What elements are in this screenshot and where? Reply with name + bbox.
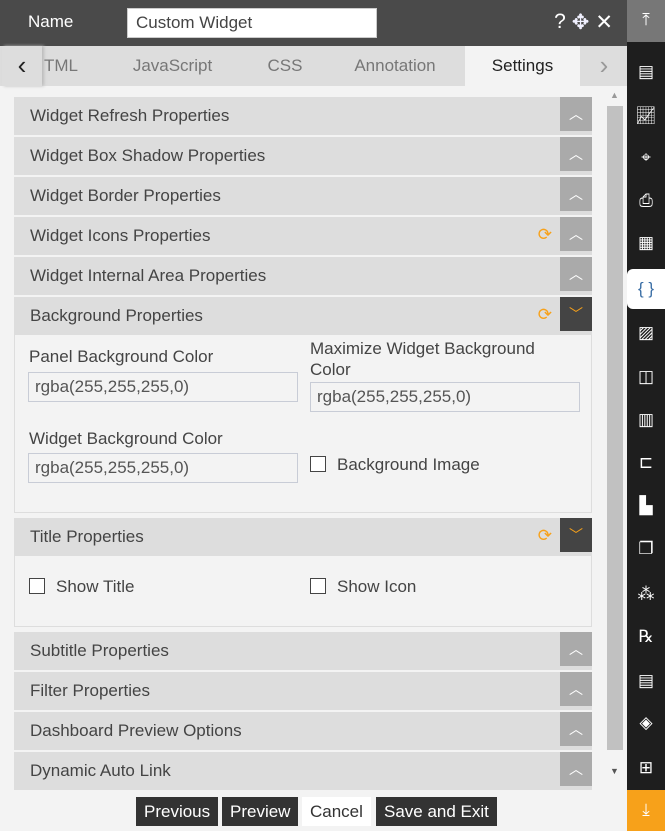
document-icon[interactable]: ▦ xyxy=(627,223,665,263)
background-image-label: Background Image xyxy=(337,455,480,474)
show-icon-label: Show Icon xyxy=(337,577,417,596)
scroll-down-icon[interactable]: ▼ xyxy=(610,766,619,776)
chevron-up-icon[interactable]: ︿ xyxy=(560,672,592,706)
widget-bg-input[interactable] xyxy=(28,453,298,483)
section-title: Widget Box Shadow Properties xyxy=(30,146,266,165)
show-title-checkbox[interactable] xyxy=(29,578,45,594)
preview-button[interactable]: Preview xyxy=(222,797,299,826)
section-title: Subtitle Properties xyxy=(30,641,169,660)
section-title: Filter Properties xyxy=(30,681,150,700)
section-title: Widget Refresh Properties xyxy=(30,106,230,125)
name-label: Name xyxy=(28,12,74,31)
copy-icon[interactable]: ❐ xyxy=(627,529,665,569)
chevron-down-icon[interactable]: ﹀ xyxy=(560,297,592,331)
scrollbar-thumb[interactable] xyxy=(607,106,623,750)
calculator-icon[interactable]: ▥ xyxy=(627,400,665,440)
section-title: Widget Icons Properties xyxy=(30,226,211,245)
section-title: Background Properties xyxy=(30,306,203,325)
section-title: Title Properties xyxy=(30,527,144,546)
section-title: Dashboard Preview Options xyxy=(30,721,242,740)
refresh-icon[interactable]: ⟳ xyxy=(538,305,552,325)
cubes-icon[interactable]: ⁂ xyxy=(627,574,665,614)
refresh-icon[interactable]: ⟳ xyxy=(538,526,552,546)
page-icon[interactable]: ▤ xyxy=(627,661,665,701)
chevron-up-icon[interactable]: ︿ xyxy=(560,257,592,291)
section-icons[interactable]: Widget Icons Properties ⟳ ︿ xyxy=(14,217,592,255)
show-title-label: Show Title xyxy=(56,577,135,596)
chevron-up-icon[interactable]: ︿ xyxy=(560,97,592,131)
show-icon-checkbox[interactable] xyxy=(310,578,326,594)
section-box-shadow[interactable]: Widget Box Shadow Properties ︿ xyxy=(14,137,592,175)
code-icon[interactable]: { } xyxy=(627,269,665,309)
background-image-checkbox[interactable] xyxy=(310,456,326,472)
tab-annotation[interactable]: Annotation xyxy=(345,46,445,86)
image-icon[interactable]: ▨ xyxy=(627,313,665,353)
tab-html[interactable]: TML xyxy=(44,46,84,86)
save-and-exit-button[interactable]: Save and Exit xyxy=(376,797,497,826)
previous-button[interactable]: Previous xyxy=(136,797,219,826)
scroll-bottom-icon[interactable]: ⤓ xyxy=(627,790,665,831)
tab-css[interactable]: CSS xyxy=(250,46,320,86)
tab-next-button[interactable]: › xyxy=(584,46,624,86)
section-dynamic-auto-link[interactable]: Dynamic Auto Link ︿ xyxy=(14,752,592,790)
section-internal-area[interactable]: Widget Internal Area Properties ︿ xyxy=(14,257,592,295)
chevron-up-icon[interactable]: ︿ xyxy=(560,632,592,666)
title-body: Show Title Show Icon xyxy=(14,556,592,627)
max-bg-input[interactable] xyxy=(310,382,580,412)
max-bg-label: Maximize Widget Background Color xyxy=(310,339,535,379)
refresh-icon[interactable]: ⟳ xyxy=(538,225,552,245)
tab-bar: ‹ TML JavaScript CSS Annotation Settings… xyxy=(0,46,627,86)
tab-javascript[interactable]: JavaScript xyxy=(120,46,225,86)
section-widget-refresh[interactable]: Widget Refresh Properties ︿ xyxy=(14,97,592,135)
widget-icon[interactable]: ▤ xyxy=(627,52,665,92)
chevron-down-icon[interactable]: ﹀ xyxy=(560,518,592,552)
move-icon[interactable]: ✥ xyxy=(572,10,590,35)
bar-chart-icon[interactable]: ▙ xyxy=(627,486,665,526)
name-input[interactable] xyxy=(127,8,377,38)
background-body: Panel Background Color Maximize Widget B… xyxy=(14,335,592,513)
chevron-up-icon[interactable]: ︿ xyxy=(560,177,592,211)
chevron-up-icon[interactable]: ︿ xyxy=(560,752,592,786)
scrollbar[interactable]: ▲ ▼ xyxy=(606,90,624,780)
section-title-properties[interactable]: Title Properties ⟳ ﹀ xyxy=(14,518,592,556)
chevron-up-icon[interactable]: ︿ xyxy=(560,712,592,746)
section-border[interactable]: Widget Border Properties ︿ xyxy=(14,177,592,215)
add-widget-icon[interactable]: ⊞ xyxy=(627,748,665,788)
help-icon[interactable]: ? xyxy=(554,10,566,35)
tab-settings[interactable]: Settings xyxy=(465,46,580,86)
section-title: Widget Border Properties xyxy=(30,186,221,205)
cancel-button[interactable]: Cancel xyxy=(302,797,371,826)
chevron-up-icon[interactable]: ︿ xyxy=(560,137,592,171)
frame-icon[interactable]: ◫ xyxy=(627,357,665,397)
report-icon[interactable]: ⎙ xyxy=(627,181,665,221)
layers-icon[interactable]: ◈ xyxy=(627,703,665,743)
panel-bg-label: Panel Background Color xyxy=(29,347,214,366)
chart-icon[interactable]: 📈︎ xyxy=(627,96,665,136)
rx-icon[interactable]: ℞ xyxy=(627,617,665,657)
tree-icon[interactable]: ⊏ xyxy=(627,443,665,483)
section-filter[interactable]: Filter Properties ︿ xyxy=(14,672,592,710)
header: Name ? ✥ ✕ xyxy=(0,0,627,46)
scroll-top-icon[interactable]: ⤒ xyxy=(627,0,665,42)
section-dashboard-preview[interactable]: Dashboard Preview Options ︿ xyxy=(14,712,592,750)
tab-prev-button[interactable]: ‹ xyxy=(2,46,42,86)
scroll-up-icon[interactable]: ▲ xyxy=(610,90,619,100)
section-title: Widget Internal Area Properties xyxy=(30,266,267,285)
widget-bg-label: Widget Background Color xyxy=(29,429,223,448)
close-icon[interactable]: ✕ xyxy=(595,10,613,35)
map-icon[interactable]: ⌖ xyxy=(627,138,665,178)
chevron-up-icon[interactable]: ︿ xyxy=(560,217,592,251)
panel-bg-input[interactable] xyxy=(28,372,298,402)
right-sidebar: ⤒ ▤ 📈︎ ⌖ ⎙ ▦ { } ▨ ◫ ▥ ⊏ ▙ ❐ ⁂ ℞ ▤ ◈ ⊞ ⤓ xyxy=(627,0,665,831)
section-title: Dynamic Auto Link xyxy=(30,761,171,780)
section-subtitle[interactable]: Subtitle Properties ︿ xyxy=(14,632,592,670)
section-background[interactable]: Background Properties ⟳ ﹀ xyxy=(14,297,592,335)
